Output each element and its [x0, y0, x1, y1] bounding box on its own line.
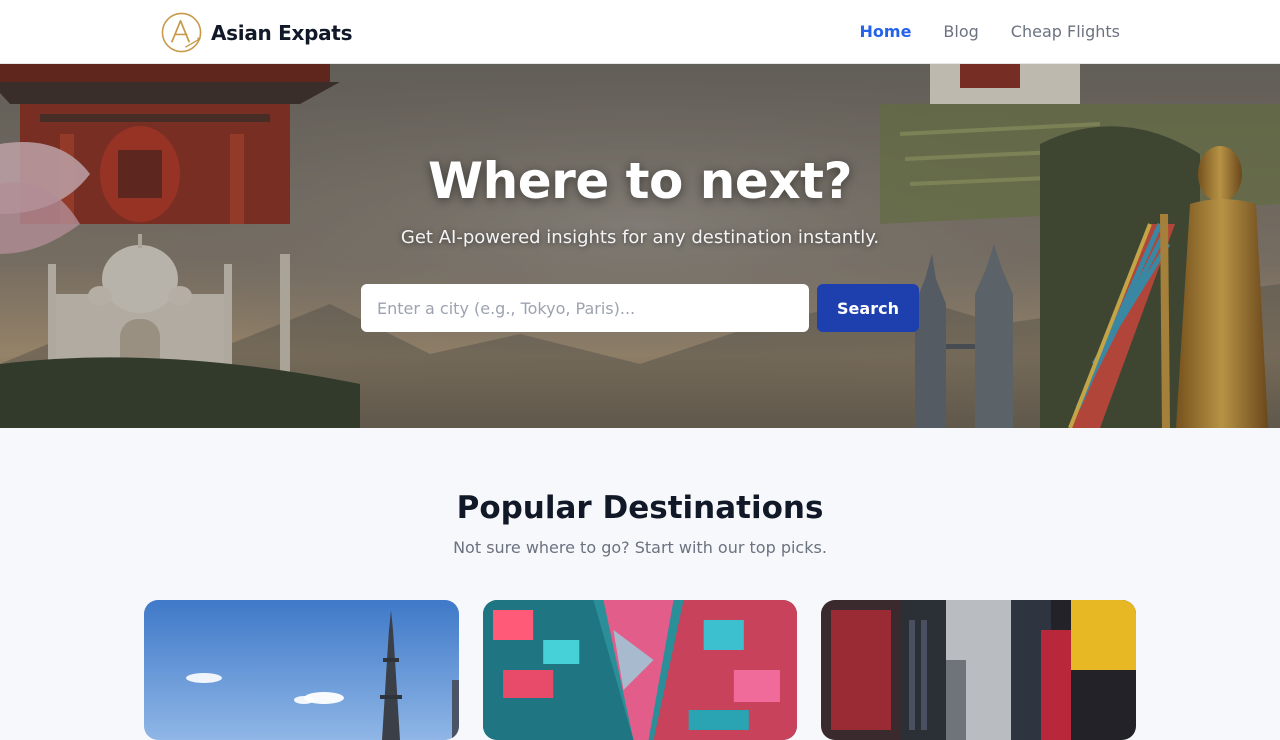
- popular-destinations-subtitle: Not sure where to go? Start with our top…: [453, 538, 827, 557]
- hero-section: Where to next? Get AI-powered insights f…: [0, 64, 1280, 428]
- nav-home[interactable]: Home: [860, 20, 912, 44]
- destination-card-paris[interactable]: [144, 600, 459, 740]
- paris-image: [144, 600, 459, 740]
- brand-link[interactable]: Asian Expats: [160, 11, 352, 54]
- destination-card-tokyo[interactable]: [483, 600, 797, 740]
- hero-title: Where to next?: [428, 152, 852, 210]
- nav-cheap-flights[interactable]: Cheap Flights: [1011, 20, 1120, 44]
- search-bar: Search: [361, 284, 919, 332]
- city-search-input[interactable]: [361, 284, 809, 332]
- search-button[interactable]: Search: [817, 284, 919, 332]
- hero-subtitle: Get AI-powered insights for any destinat…: [400, 227, 880, 248]
- brand-name: Asian Expats: [211, 20, 353, 45]
- destination-cards: [144, 600, 1136, 740]
- main-nav: Home Blog Cheap Flights: [828, 20, 1120, 44]
- destination-card-new-york[interactable]: [821, 600, 1136, 740]
- tokyo-image: [483, 600, 797, 740]
- new-york-image: [821, 600, 1136, 740]
- top-navbar: Asian Expats Home Blog Cheap Flights: [0, 0, 1280, 64]
- logo-icon: [161, 12, 202, 53]
- popular-destinations-title: Popular Destinations: [456, 490, 824, 526]
- nav-blog[interactable]: Blog: [943, 20, 978, 44]
